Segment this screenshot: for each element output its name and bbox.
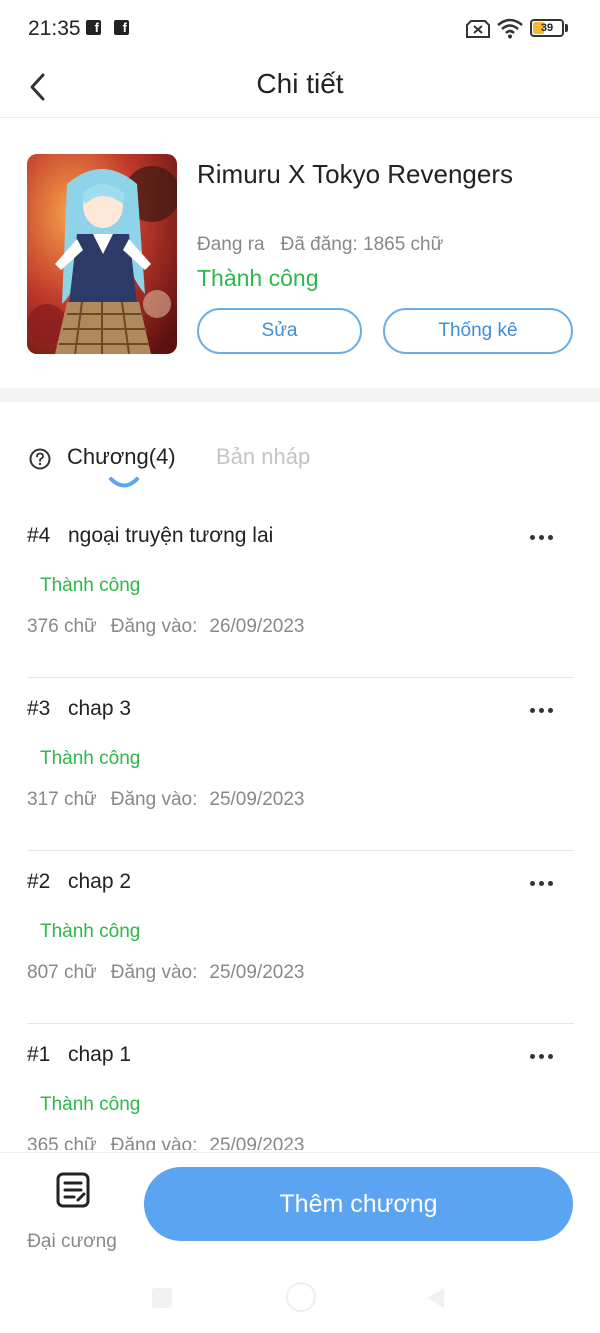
battery-icon: 39 [530, 19, 564, 37]
chapter-item[interactable]: #4 ngoại truyện tương lai Thành công 376… [27, 505, 574, 678]
status-bar: 21:35 f f 39 [0, 0, 600, 58]
bottom-action-bar: Đại cương Thêm chương [0, 1152, 600, 1252]
chapter-posted-label: Đăng vào: [110, 962, 198, 983]
facebook-icon: f [86, 20, 101, 35]
story-status: Thành công [197, 265, 319, 291]
story-meta: Đang ra Đã đăng: 1865 chữ [197, 234, 443, 256]
more-options-icon[interactable] [530, 1044, 556, 1068]
chapter-item[interactable]: #1 chap 1 Thành công 365 chữ Đăng vào: 25/… [27, 1024, 574, 1150]
story-cover-image[interactable] [27, 154, 177, 354]
more-options-icon[interactable] [530, 698, 556, 722]
recent-apps-icon[interactable] [152, 1288, 172, 1308]
back-triangle-icon[interactable] [424, 1286, 446, 1310]
wifi-icon [497, 18, 523, 39]
chapter-status: Thành công [40, 1094, 141, 1115]
chapter-number: #1 [27, 1043, 51, 1066]
tab-indicator [109, 477, 139, 488]
page-title: Chi tiết [256, 68, 344, 99]
more-options-icon[interactable] [530, 871, 556, 895]
chapter-status: Thành công [40, 748, 141, 769]
chapter-status: Thành công [40, 921, 141, 942]
chapter-number: #4 [27, 524, 51, 547]
section-divider [0, 388, 600, 402]
story-card: Rimuru X Tokyo Revengers Đang ra Đã đăng:… [0, 118, 600, 388]
chapter-posted-label: Đăng vào: [110, 616, 198, 637]
status-time: 21:35 [28, 17, 81, 40]
chapter-word-count: 807 chữ [27, 962, 97, 983]
document-icon [56, 1172, 90, 1208]
chapter-title: chap 2 [68, 870, 132, 893]
facebook-icon: f [114, 20, 129, 35]
battery-level: 39 [540, 22, 554, 34]
chapter-date: 25/09/2023 [209, 789, 305, 810]
tab-chapters[interactable]: Chương(4) [67, 444, 176, 470]
more-options-icon[interactable] [530, 525, 556, 549]
chapter-item[interactable]: #3 chap 3 Thành công 317 chữ Đăng vào: 25/… [27, 678, 574, 851]
chapter-word-count: 365 chữ [27, 1135, 97, 1150]
chapter-word-count: 376 chữ [27, 616, 97, 637]
story-word-count: Đã đăng: 1865 chữ [280, 234, 444, 255]
top-app-bar: Chi tiết [0, 58, 600, 118]
chapter-meta: 317 chữ Đăng vào: 25/09/2023 [27, 789, 304, 811]
chapter-title: chap 1 [68, 1043, 132, 1066]
chapter-date: 26/09/2023 [209, 616, 305, 637]
chapter-item[interactable]: #2 chap 2 Thành công 807 chữ Đăng vào: 25/… [27, 851, 574, 1024]
outline-button[interactable]: Đại cương [20, 1169, 124, 1252]
chapter-list: #4 ngoại truyện tương lai Thành công 376… [0, 505, 600, 1150]
chapter-posted-label: Đăng vào: [110, 789, 198, 810]
add-chapter-button[interactable]: Thêm chương [144, 1167, 573, 1241]
chapter-status: Thành công [40, 575, 141, 596]
system-nav-bar [0, 1252, 600, 1333]
home-icon[interactable] [286, 1282, 316, 1312]
chapter-meta: 365 chữ Đăng vào: 25/09/2023 [27, 1135, 304, 1150]
chapter-number: #2 [27, 870, 51, 893]
battery-tip [565, 24, 568, 32]
chapter-date: 25/09/2023 [209, 962, 305, 983]
chapter-tabs: Chương(4) Bản nháp [0, 430, 600, 490]
chapter-meta: 376 chữ Đăng vào: 26/09/2023 [27, 616, 304, 638]
help-circle-icon[interactable] [29, 448, 51, 470]
story-title: Rimuru X Tokyo Revengers [197, 159, 513, 189]
chapter-meta: 807 chữ Đăng vào: 25/09/2023 [27, 962, 304, 984]
edit-button[interactable]: Sửa [197, 308, 362, 354]
tab-drafts[interactable]: Bản nháp [216, 444, 310, 470]
chapter-title: chap 3 [68, 697, 132, 720]
no-sim-icon [466, 20, 490, 38]
chapter-number: #3 [27, 697, 51, 720]
outline-label: Đại cương [27, 1231, 117, 1252]
statistics-button[interactable]: Thống kê [383, 308, 573, 354]
story-state: Đang ra [197, 234, 265, 255]
chapter-word-count: 317 chữ [27, 789, 97, 810]
chapter-date: 25/09/2023 [209, 1135, 305, 1150]
chapter-posted-label: Đăng vào: [110, 1135, 198, 1150]
chapter-title: ngoại truyện tương lai [68, 524, 274, 547]
